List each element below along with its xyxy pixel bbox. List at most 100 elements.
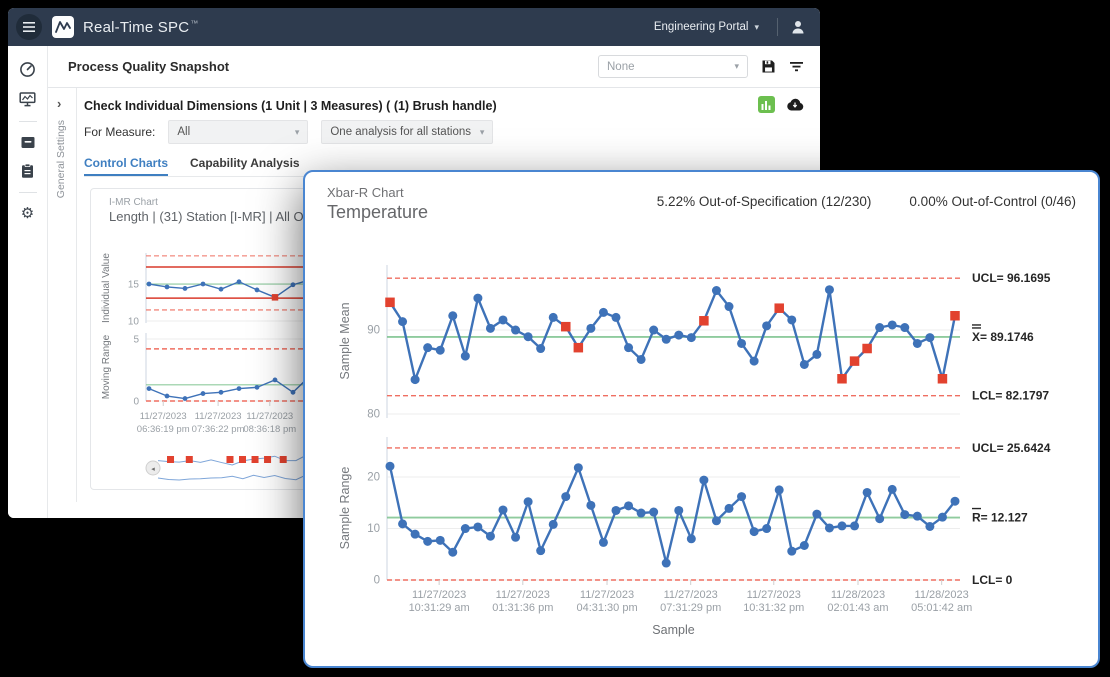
data-point[interactable] — [436, 346, 445, 355]
data-point[interactable] — [461, 524, 470, 533]
tab-control-charts[interactable]: Control Charts — [84, 156, 168, 176]
sidebar-item-checklist[interactable] — [18, 161, 37, 181]
data-point[interactable] — [913, 339, 922, 348]
data-point[interactable] — [561, 492, 570, 501]
data-point[interactable] — [624, 343, 633, 352]
out-of-spec-point[interactable] — [950, 311, 960, 321]
data-point[interactable] — [649, 508, 658, 517]
data-point[interactable] — [712, 516, 721, 525]
data-point[interactable] — [398, 317, 407, 326]
data-point[interactable] — [925, 333, 934, 342]
data-point[interactable] — [237, 279, 242, 284]
data-point[interactable] — [255, 385, 260, 390]
data-point[interactable] — [737, 339, 746, 348]
data-point[interactable] — [524, 332, 533, 341]
data-point[interactable] — [875, 323, 884, 332]
navigator-handle[interactable]: ◂ — [146, 461, 160, 475]
data-point[interactable] — [674, 331, 683, 340]
data-point[interactable] — [850, 521, 859, 530]
data-point[interactable] — [183, 286, 188, 291]
data-point[interactable] — [825, 523, 834, 532]
sidebar-item-monitoring[interactable] — [17, 89, 38, 110]
data-point[interactable] — [687, 333, 696, 342]
data-point[interactable] — [775, 485, 784, 494]
data-point[interactable] — [436, 536, 445, 545]
data-point[interactable] — [649, 326, 658, 335]
save-button[interactable] — [761, 59, 776, 74]
analyze-chart-button[interactable] — [758, 96, 775, 113]
data-point[interactable] — [725, 302, 734, 311]
data-point[interactable] — [662, 559, 671, 568]
data-point[interactable] — [863, 488, 872, 497]
out-of-spec-point[interactable] — [385, 298, 395, 308]
data-point[interactable] — [291, 390, 296, 395]
data-point[interactable] — [165, 394, 170, 399]
data-point[interactable] — [448, 548, 457, 557]
data-point[interactable] — [838, 521, 847, 530]
portal-selector[interactable]: Engineering Portal ▾ — [648, 20, 765, 34]
data-point[interactable] — [725, 504, 734, 513]
analysis-mode-select[interactable]: One analysis for all stations ▾ — [321, 120, 493, 144]
data-point[interactable] — [586, 501, 595, 510]
data-point[interactable] — [662, 335, 671, 344]
data-point[interactable] — [737, 492, 746, 501]
data-point[interactable] — [951, 497, 960, 506]
data-point[interactable] — [499, 505, 508, 514]
data-point[interactable] — [787, 547, 796, 556]
sidebar-item-archive[interactable] — [18, 133, 38, 152]
data-point[interactable] — [674, 506, 683, 515]
out-of-spec-point[interactable] — [699, 316, 709, 326]
data-point[interactable] — [699, 476, 708, 485]
data-point[interactable] — [549, 313, 558, 322]
out-of-spec-point[interactable] — [938, 374, 948, 384]
data-point[interactable] — [900, 510, 909, 519]
data-point[interactable] — [201, 282, 206, 287]
data-point[interactable] — [599, 538, 608, 547]
data-point[interactable] — [486, 532, 495, 541]
data-point[interactable] — [612, 506, 621, 515]
out-of-spec-point[interactable] — [850, 356, 860, 366]
filter-button[interactable] — [789, 60, 804, 73]
data-point[interactable] — [574, 463, 583, 472]
data-point[interactable] — [386, 462, 395, 471]
data-point[interactable] — [762, 524, 771, 533]
data-point[interactable] — [423, 537, 432, 546]
data-point[interactable] — [712, 286, 721, 295]
data-point[interactable] — [787, 315, 796, 324]
data-point[interactable] — [888, 485, 897, 494]
data-point[interactable] — [255, 288, 260, 293]
data-point[interactable] — [599, 308, 608, 317]
data-point[interactable] — [875, 514, 884, 523]
data-point[interactable] — [800, 541, 809, 550]
data-point[interactable] — [925, 522, 934, 531]
out-of-spec-point[interactable] — [774, 303, 784, 313]
data-point[interactable] — [448, 311, 457, 320]
data-point[interactable] — [900, 323, 909, 332]
out-of-spec-point[interactable] — [561, 322, 571, 332]
data-point[interactable] — [461, 352, 470, 361]
data-point[interactable] — [147, 282, 152, 287]
measure-select[interactable]: All ▾ — [168, 120, 308, 144]
data-point[interactable] — [473, 294, 482, 303]
data-point[interactable] — [536, 344, 545, 353]
data-point[interactable] — [549, 520, 558, 529]
data-point[interactable] — [888, 320, 897, 329]
data-point[interactable] — [750, 357, 759, 366]
data-point[interactable] — [687, 534, 696, 543]
data-point[interactable] — [524, 497, 533, 506]
data-point[interactable] — [183, 396, 188, 401]
data-point[interactable] — [637, 355, 646, 364]
data-point[interactable] — [423, 343, 432, 352]
data-point[interactable] — [825, 285, 834, 294]
data-point[interactable] — [938, 513, 947, 522]
data-point[interactable] — [411, 375, 420, 384]
data-point[interactable] — [536, 546, 545, 555]
data-point[interactable] — [750, 527, 759, 536]
data-point[interactable] — [499, 315, 508, 324]
data-point[interactable] — [201, 391, 206, 396]
menu-button[interactable] — [16, 14, 42, 40]
out-of-spec-point[interactable] — [574, 343, 584, 353]
data-point[interactable] — [237, 386, 242, 391]
data-point[interactable] — [219, 390, 224, 395]
data-point[interactable] — [398, 519, 407, 528]
